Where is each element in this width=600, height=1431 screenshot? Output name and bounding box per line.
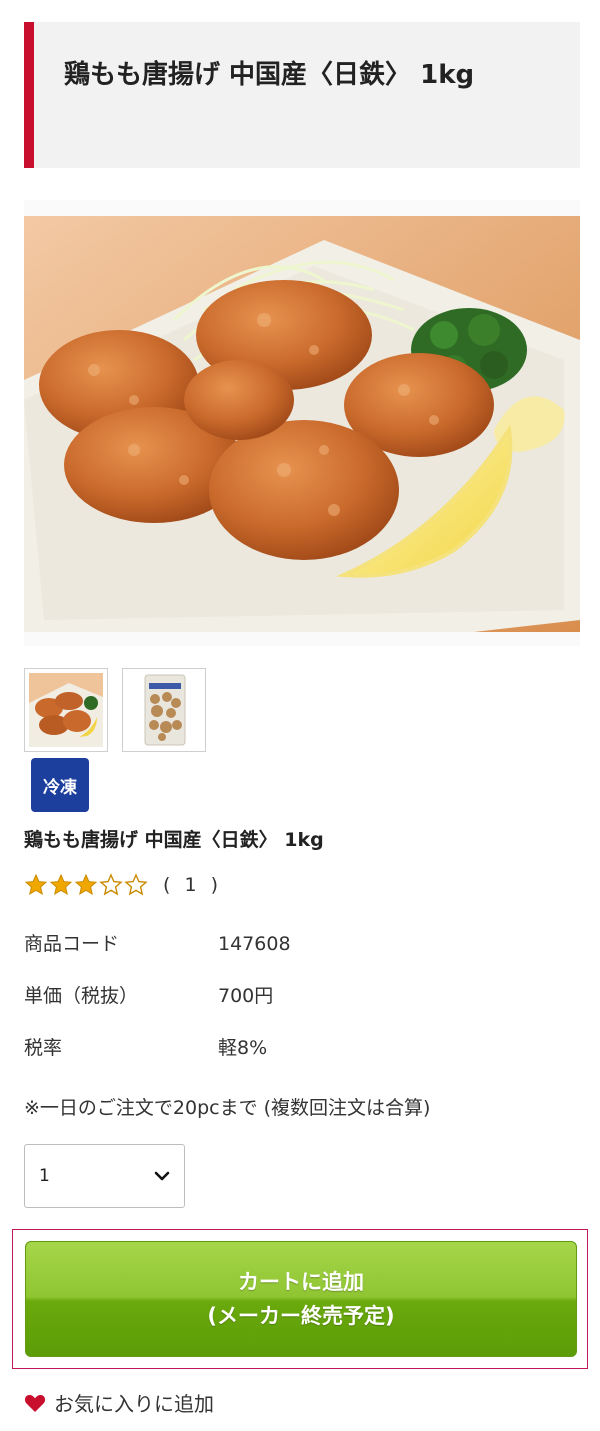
fried-chicken-thumbnail-icon bbox=[29, 673, 103, 747]
spec-label: 商品コード bbox=[24, 933, 120, 955]
star-filled-icon bbox=[74, 873, 98, 896]
add-to-cart-frame: カートに追加 (メーカー終売予定) bbox=[12, 1229, 588, 1369]
main-product-image bbox=[24, 200, 580, 646]
chevron-down-icon bbox=[154, 1171, 170, 1181]
quantity-value: 1 bbox=[39, 1166, 50, 1186]
thumbnail-fried-chicken[interactable] bbox=[24, 668, 108, 752]
favorite-label: お気に入りに追加 bbox=[54, 1392, 214, 1416]
quantity-select[interactable]: 1 bbox=[24, 1144, 185, 1208]
spec-value: 147608 bbox=[218, 933, 291, 955]
heart-icon bbox=[24, 1394, 46, 1412]
add-to-cart-label: カートに追加 bbox=[238, 1270, 364, 1294]
spec-label: 税率 bbox=[24, 1037, 63, 1059]
star-empty-icon bbox=[99, 873, 123, 896]
star-filled-icon bbox=[49, 873, 73, 896]
add-to-cart-button[interactable]: カートに追加 (メーカー終売予定) bbox=[25, 1241, 577, 1357]
product-name: 鶏もも唐揚げ 中国産〈日鉄〉 1kg bbox=[24, 829, 324, 851]
page-title: 鶏もも唐揚げ 中国産〈日鉄〉 1kg bbox=[64, 60, 475, 90]
discontinued-note: (メーカー終売予定) bbox=[207, 1304, 395, 1328]
order-limit-note: ※一日のご注文で20pcまで (複数回注文は合算) bbox=[24, 1097, 431, 1119]
frozen-badge: 冷凍 bbox=[31, 758, 89, 812]
review-count[interactable]: ( 1 ) bbox=[163, 874, 222, 896]
page-title-box: 鶏もも唐揚げ 中国産〈日鉄〉 1kg bbox=[24, 22, 580, 168]
spec-value: 700円 bbox=[218, 985, 274, 1007]
rating[interactable]: ( 1 ) bbox=[24, 870, 222, 900]
star-filled-icon bbox=[24, 873, 48, 896]
fried-chicken-photo bbox=[24, 216, 580, 632]
star-empty-icon bbox=[124, 873, 148, 896]
thumbnail-package[interactable] bbox=[122, 668, 206, 752]
spec-label: 単価（税抜） bbox=[24, 985, 139, 1007]
add-to-favorites-link[interactable]: お気に入りに追加 bbox=[24, 1388, 214, 1417]
package-thumbnail-icon bbox=[127, 673, 201, 747]
spec-value: 軽8% bbox=[218, 1037, 268, 1059]
